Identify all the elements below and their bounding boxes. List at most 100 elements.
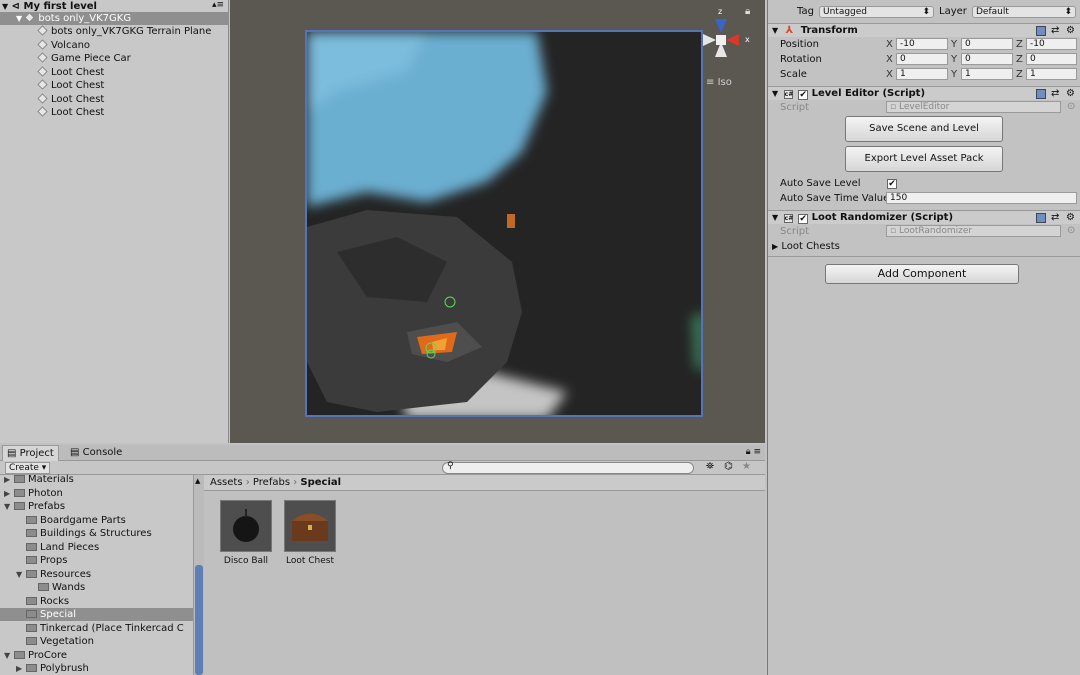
breadcrumb: Assets › Prefabs › Special <box>204 475 765 491</box>
terrain-plane[interactable] <box>305 30 703 417</box>
expand-arrow-icon[interactable]: ▼ <box>16 14 22 23</box>
tree-scrollbar[interactable]: ▲ <box>193 475 204 675</box>
folder-label: Rocks <box>40 595 70 607</box>
help-icon[interactable] <box>1036 213 1046 223</box>
search-input[interactable] <box>442 462 694 474</box>
folder-item[interactable]: ▶ Materials <box>0 473 193 486</box>
folder-item[interactable]: Rocks <box>0 595 193 608</box>
folder-item[interactable]: Buildings & Structures <box>0 527 193 540</box>
hierarchy-item[interactable]: Volcano <box>0 38 229 52</box>
asset-loot-chest[interactable] <box>284 500 336 552</box>
rotation-x-field[interactable]: 0 <box>896 53 948 65</box>
scale-z-field[interactable]: 1 <box>1026 68 1077 80</box>
breadcrumb-item-current[interactable]: Special <box>300 477 341 488</box>
component-enabled-checkbox[interactable]: ✔ <box>798 214 809 224</box>
asset-label: Loot Chest <box>285 556 334 566</box>
folder-item[interactable]: ▼ Prefabs <box>0 500 193 513</box>
loot-randomizer-header[interactable]: ▼ c# ✔ Loot Randomizer (Script) ⇄ ⚙ <box>768 210 1080 224</box>
breadcrumb-item[interactable]: Assets <box>210 477 243 488</box>
folder-item[interactable]: Special <box>0 608 193 621</box>
folder-item[interactable]: ▶ Photon <box>0 487 193 500</box>
scrollbar-thumb[interactable] <box>195 565 203 675</box>
object-picker-icon[interactable]: ⊙ <box>1067 101 1075 112</box>
folder-item[interactable]: ▼ Resources <box>0 568 193 581</box>
transform-header[interactable]: ▼ ⅄ Transform ⇄ ⚙ <box>768 23 1080 37</box>
tab-project[interactable]: ▤ Project <box>2 445 59 461</box>
filter-type-icon[interactable]: ⛯ <box>706 461 714 472</box>
expand-arrow-icon[interactable]: ▶ <box>16 662 26 675</box>
position-x-field[interactable]: -10 <box>896 38 948 50</box>
hierarchy-item[interactable]: Loot Chest <box>0 92 229 106</box>
expand-arrow-icon[interactable]: ▼ <box>2 2 8 11</box>
preset-icon[interactable]: ⇄ <box>1051 24 1059 38</box>
asset-disco-ball[interactable] <box>220 500 272 552</box>
auto-save-checkbox[interactable]: ✔ <box>887 179 897 189</box>
component-enabled-checkbox[interactable]: ✔ <box>798 90 809 100</box>
asset-label: Disco Ball <box>223 556 269 566</box>
folder-item[interactable]: Props <box>0 554 193 567</box>
expand-arrow-icon[interactable]: ▶ <box>4 487 14 500</box>
expand-arrow-icon[interactable]: ▼ <box>16 568 26 581</box>
foldout-arrow-icon[interactable]: ▶ <box>772 242 778 251</box>
position-y-field[interactable]: 0 <box>961 38 1013 50</box>
hierarchy-item-selected[interactable]: ▼ bots only_VK7GKG <box>0 12 229 25</box>
hierarchy-item[interactable]: Loot Chest <box>0 106 229 119</box>
layer-dropdown[interactable]: Default ⬍ <box>972 6 1076 18</box>
filter-label-icon[interactable]: ⌬ <box>724 461 733 472</box>
hierarchy-item[interactable]: bots only_VK7GKG Terrain Plane <box>0 25 229 38</box>
foldout-arrow-icon[interactable]: ▼ <box>772 26 778 35</box>
hierarchy-item-label: Volcano <box>51 39 91 51</box>
scroll-up-icon[interactable]: ▲ <box>195 477 200 485</box>
gear-icon[interactable]: ⚙ <box>1066 211 1075 225</box>
tag-dropdown[interactable]: Untagged ⬍ <box>819 6 934 18</box>
folder-icon <box>26 542 37 551</box>
hierarchy-item[interactable]: Loot Chest <box>0 65 229 79</box>
help-icon[interactable] <box>1036 26 1046 36</box>
chest-icon <box>292 513 328 541</box>
expand-arrow-icon[interactable]: ▼ <box>4 649 14 662</box>
tab-console[interactable]: ▤ Console <box>66 445 126 461</box>
folder-icon <box>14 475 25 483</box>
level-editor-header[interactable]: ▼ c# ✔ Level Editor (Script) ⇄ ⚙ <box>768 86 1080 100</box>
projection-toggle[interactable]: ≡ Iso <box>706 77 732 88</box>
panel-menu-icon[interactable]: 🔒︎ ≡ <box>746 447 761 457</box>
position-z-field[interactable]: -10 <box>1026 38 1077 50</box>
object-picker-icon[interactable]: ⊙ <box>1067 225 1075 236</box>
folder-item[interactable]: Tinkercad (Place Tinkercad C <box>0 622 193 635</box>
hierarchy-menu-icon[interactable]: ▴≡ <box>212 0 224 10</box>
expand-arrow-icon[interactable]: ▼ <box>4 500 14 513</box>
unity-scene-icon: ⊲ <box>11 1 21 12</box>
favorite-star-icon[interactable]: ★ <box>742 461 751 472</box>
foldout-arrow-icon[interactable]: ▼ <box>772 213 778 222</box>
rotation-y-field[interactable]: 0 <box>961 53 1013 65</box>
expand-arrow-icon[interactable]: ▶ <box>4 473 14 486</box>
lock-icon[interactable]: 🔒︎ <box>745 6 750 17</box>
help-icon[interactable] <box>1036 89 1046 99</box>
loot-chests-foldout[interactable]: ▶ Loot Chests <box>772 241 840 252</box>
export-asset-pack-button[interactable]: Export Level Asset Pack <box>845 146 1003 172</box>
scale-y-field[interactable]: 1 <box>961 68 1013 80</box>
folder-item[interactable]: Boardgame Parts <box>0 514 193 527</box>
auto-save-time-field[interactable]: 150 <box>886 192 1077 204</box>
foldout-arrow-icon[interactable]: ▼ <box>772 89 778 98</box>
gear-icon[interactable]: ⚙ <box>1066 87 1075 101</box>
preset-icon[interactable]: ⇄ <box>1051 211 1059 225</box>
save-scene-button[interactable]: Save Scene and Level <box>845 116 1003 142</box>
script-field[interactable]: ▫ LevelEditor <box>886 101 1061 113</box>
folder-item[interactable]: Land Pieces <box>0 541 193 554</box>
scene-view[interactable]: z x ≡ Iso 🔒︎ <box>230 0 765 443</box>
hierarchy-item[interactable]: Loot Chest <box>0 79 229 92</box>
breadcrumb-item[interactable]: Prefabs <box>253 477 290 488</box>
folder-item[interactable]: ▼ ProCore <box>0 649 193 662</box>
rotation-z-field[interactable]: 0 <box>1026 53 1077 65</box>
folder-item[interactable]: Vegetation <box>0 635 193 648</box>
gear-icon[interactable]: ⚙ <box>1066 24 1075 38</box>
folder-item[interactable]: Wands <box>0 581 193 594</box>
preset-icon[interactable]: ⇄ <box>1051 87 1059 101</box>
scale-x-field[interactable]: 1 <box>896 68 948 80</box>
script-icon: c# <box>783 90 794 99</box>
folder-item[interactable]: ▶ Polybrush <box>0 662 193 675</box>
add-component-button[interactable]: Add Component <box>825 264 1019 284</box>
script-field[interactable]: ▫ LootRandomizer <box>886 225 1061 237</box>
hierarchy-item[interactable]: Game Piece Car <box>0 52 229 65</box>
